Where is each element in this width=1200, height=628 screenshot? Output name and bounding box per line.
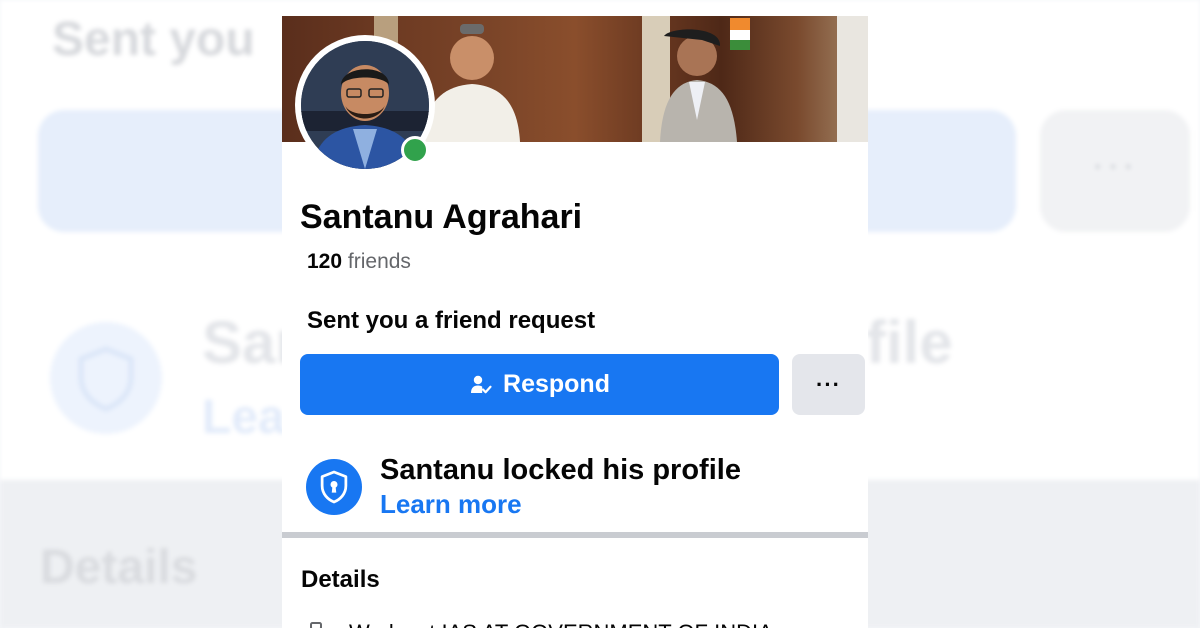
more-options-button[interactable]: ··· xyxy=(792,354,865,415)
section-divider xyxy=(282,532,868,538)
background-profile-text: file xyxy=(866,309,953,376)
respond-button[interactable]: Respond xyxy=(300,354,779,415)
work-row: Works at IAS AT GOVERNMENT OF INDIA xyxy=(301,620,861,628)
person-check-icon xyxy=(471,375,492,393)
profile-name: Santanu Agrahari xyxy=(300,198,583,236)
background-details-text: Details xyxy=(40,541,198,594)
background-more-button: ··· xyxy=(1040,110,1190,232)
friends-count[interactable]: 120 friends xyxy=(307,250,411,274)
background-learn-text: Lea xyxy=(202,391,285,444)
details-heading: Details xyxy=(301,566,380,593)
locked-profile-title: Santanu locked his profile xyxy=(380,454,741,486)
background-shield-icon xyxy=(50,322,162,434)
friend-request-label: Sent you a friend request xyxy=(307,307,596,334)
profile-card: Santanu Agrahari 120 friends Sent you a … xyxy=(282,16,868,628)
shield-keyhole-icon xyxy=(306,459,362,515)
learn-more-link[interactable]: Learn more xyxy=(380,489,522,520)
background-sent-text: Sent you xyxy=(52,13,255,66)
online-dot-icon xyxy=(401,136,429,164)
respond-label: Respond xyxy=(503,370,610,398)
briefcase-icon xyxy=(310,622,322,628)
friends-number: 120 xyxy=(307,250,343,273)
friends-label: friends xyxy=(347,250,411,273)
work-text: Works at IAS AT GOVERNMENT OF INDIA xyxy=(349,620,773,628)
